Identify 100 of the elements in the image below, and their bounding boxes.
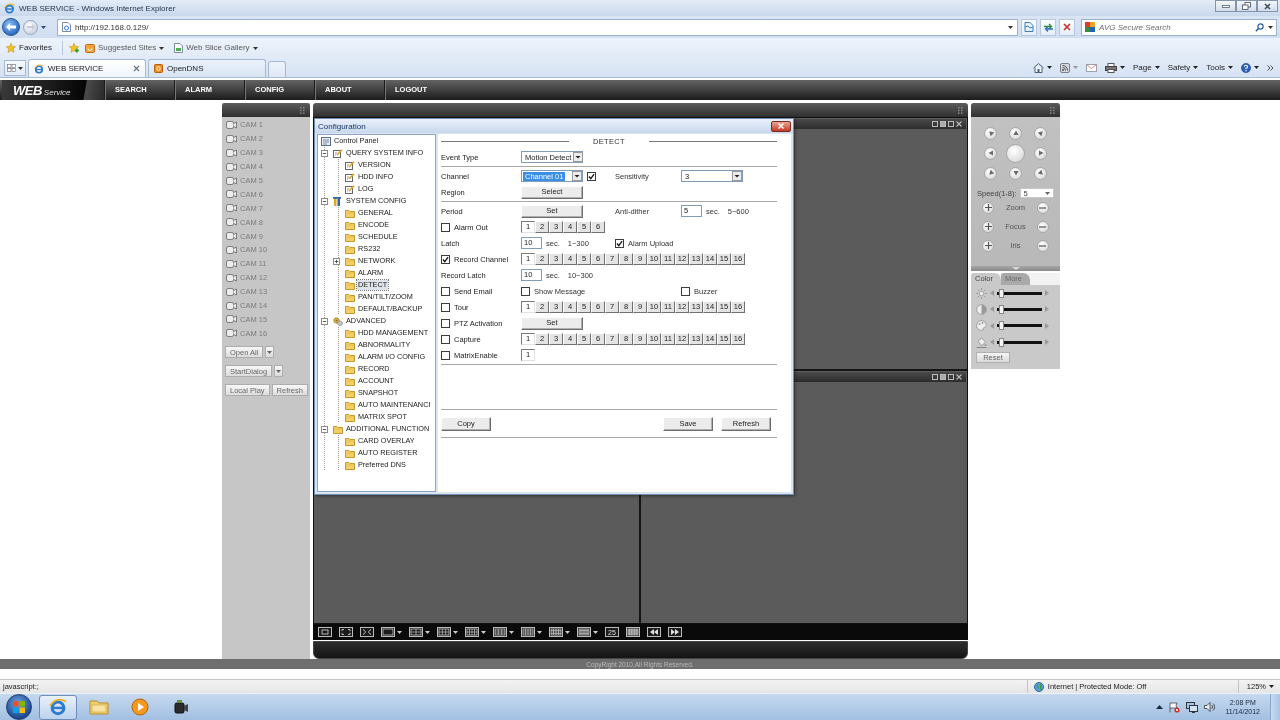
close-button[interactable] <box>771 120 791 132</box>
direction-button[interactable] <box>1009 166 1022 180</box>
caret-icon[interactable] <box>537 630 542 634</box>
print-button[interactable] <box>1104 62 1125 73</box>
grid-icon[interactable] <box>437 627 451 637</box>
slider-thumb[interactable] <box>999 337 1004 347</box>
caret-icon[interactable] <box>565 630 570 634</box>
decrease-button[interactable] <box>1036 220 1049 233</box>
checkbox[interactable] <box>441 334 450 344</box>
caret-icon[interactable] <box>593 630 598 634</box>
refresh-button[interactable] <box>1040 18 1056 36</box>
start-button[interactable] <box>6 694 32 720</box>
search-icon[interactable] <box>1255 22 1264 32</box>
close-button[interactable] <box>1257 0 1278 12</box>
tree-toggle[interactable] <box>321 149 328 157</box>
grid-icon[interactable] <box>577 627 591 637</box>
checkbox[interactable] <box>441 302 450 312</box>
dropdown-button[interactable] <box>265 346 275 359</box>
grid-icon[interactable] <box>465 627 479 637</box>
single-view-icon[interactable] <box>318 627 332 637</box>
checkbox[interactable] <box>441 350 450 360</box>
tree-toggle[interactable] <box>321 197 328 205</box>
close-icon[interactable] <box>956 121 962 127</box>
caret-icon[interactable] <box>425 630 430 634</box>
caret-icon[interactable] <box>509 630 514 634</box>
increase-button[interactable] <box>982 201 995 214</box>
address-field[interactable]: http://192.168.0.129/ <box>57 18 1018 36</box>
decrease-button[interactable] <box>1036 201 1049 214</box>
decrease-button[interactable] <box>1036 239 1049 252</box>
grid-icon[interactable] <box>409 627 423 637</box>
grid-icon[interactable] <box>549 627 563 637</box>
caret-icon[interactable] <box>41 25 46 29</box>
tree-toggle[interactable] <box>333 257 340 265</box>
checkbox[interactable] <box>441 318 450 328</box>
caret-icon[interactable] <box>572 171 582 181</box>
network-icon[interactable] <box>1186 701 1199 713</box>
checkbox[interactable] <box>441 222 450 232</box>
add-favorite-icon[interactable] <box>68 43 79 53</box>
dropdown-button[interactable] <box>274 365 284 378</box>
double-chevron-icon[interactable] <box>1267 64 1274 71</box>
slider-thumb[interactable] <box>999 321 1004 331</box>
stop-button[interactable] <box>1059 18 1075 36</box>
slider-track[interactable] <box>997 337 1042 347</box>
help-button[interactable] <box>1241 62 1259 73</box>
caret-icon[interactable] <box>453 630 458 634</box>
feeds-button[interactable] <box>1059 62 1078 73</box>
grid-icon[interactable] <box>381 627 395 637</box>
favorites-button[interactable]: Favorites <box>6 43 52 53</box>
grid-icon[interactable] <box>521 627 535 637</box>
browser-tab[interactable]: OpenDNS <box>148 59 266 77</box>
grid-icon[interactable] <box>626 627 640 637</box>
grid-icon[interactable] <box>493 627 507 637</box>
slider-thumb[interactable] <box>999 288 1004 298</box>
caret-icon[interactable] <box>397 630 402 634</box>
menu-button[interactable]: Page <box>1132 63 1160 72</box>
restore-button[interactable] <box>1236 0 1257 12</box>
quick-tabs-button[interactable] <box>4 60 26 76</box>
close-icon[interactable] <box>133 65 140 72</box>
flag-icon[interactable] <box>1169 701 1181 713</box>
rewind-icon[interactable] <box>647 627 661 637</box>
back-button[interactable] <box>2 18 20 36</box>
minimize-button[interactable] <box>1215 0 1236 12</box>
checkbox[interactable] <box>615 238 624 248</box>
fast-forward-icon[interactable] <box>668 627 682 637</box>
slider-track[interactable] <box>997 288 1042 298</box>
direction-button[interactable] <box>984 126 997 140</box>
caret-icon[interactable] <box>732 171 742 181</box>
close-icon[interactable] <box>956 373 962 380</box>
checkbox[interactable] <box>681 286 690 296</box>
direction-button[interactable] <box>984 146 997 160</box>
caret-icon[interactable] <box>1008 25 1013 29</box>
slider-thumb[interactable] <box>999 304 1004 314</box>
chevron-up-icon[interactable] <box>1156 705 1164 709</box>
menu-button[interactable]: Safety <box>1167 63 1199 72</box>
mail-button[interactable] <box>1085 63 1097 72</box>
checkbox[interactable] <box>441 254 450 264</box>
fit-view-icon[interactable] <box>339 627 353 637</box>
checkbox[interactable] <box>521 286 530 296</box>
slider-track[interactable] <box>997 304 1042 314</box>
fullscreen-icon[interactable] <box>360 627 374 637</box>
checkbox[interactable] <box>587 171 596 181</box>
favorites-link[interactable]: Web Slice Gallery <box>174 43 258 53</box>
increase-button[interactable] <box>982 220 995 233</box>
compatibility-button[interactable] <box>1021 18 1037 36</box>
speaker-icon[interactable] <box>1204 702 1216 712</box>
increase-button[interactable] <box>982 239 995 252</box>
direction-button[interactable] <box>1009 126 1022 140</box>
caret-icon[interactable] <box>573 152 584 162</box>
direction-button[interactable] <box>1034 126 1047 140</box>
tree-toggle[interactable] <box>321 317 328 325</box>
caret-icon[interactable] <box>1268 25 1273 29</box>
browser-tab[interactable]: WEB SERVICE <box>28 59 146 77</box>
splitter-handle[interactable] <box>971 266 1060 271</box>
favorites-link[interactable]: Suggested Sites <box>84 43 165 53</box>
direction-button[interactable] <box>984 166 997 180</box>
menu-button[interactable]: Tools <box>1206 63 1233 72</box>
search-field[interactable]: AVG Secure Search <box>1081 18 1277 36</box>
direction-button[interactable] <box>1034 166 1047 180</box>
home-button[interactable] <box>1032 62 1052 73</box>
slider-track[interactable] <box>997 321 1042 331</box>
